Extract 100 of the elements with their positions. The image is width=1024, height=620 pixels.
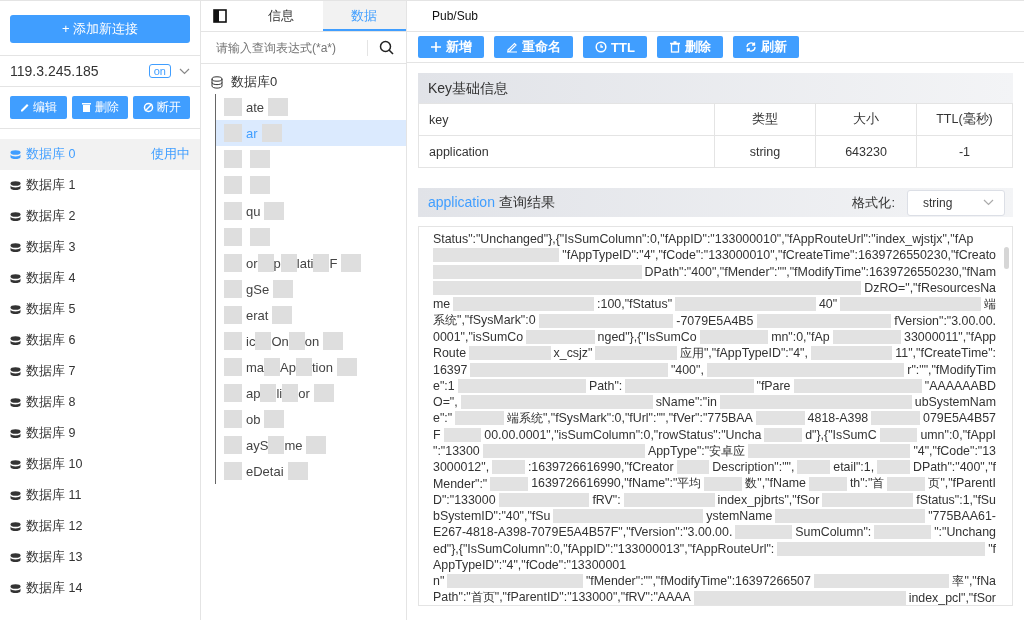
database-item[interactable]: 数据库 12 xyxy=(0,511,200,542)
result-text: DPath":"400","f xyxy=(912,460,996,475)
database-item[interactable]: 数据库 2 xyxy=(0,201,200,232)
redaction-block xyxy=(273,280,294,298)
redaction-block xyxy=(282,384,299,402)
pubsub-tab[interactable]: Pub/Sub xyxy=(432,9,479,23)
result-text: 4818-A398 xyxy=(807,411,869,426)
database-item[interactable]: 数据库 3 xyxy=(0,232,200,263)
result-text: ed"},{"IsSumColumn":0,"fAppID":"133000013","fAppRouteUrl": xyxy=(433,541,775,556)
redaction-block xyxy=(250,176,270,194)
redaction-block xyxy=(280,254,297,272)
result-text: SumColumn": xyxy=(795,525,872,540)
database-name: 数据库 14 xyxy=(26,580,84,597)
status-badge: on xyxy=(148,64,171,78)
result-text: 079E5A4B57 xyxy=(923,411,996,426)
database-item[interactable]: 数据库 14 xyxy=(0,573,200,604)
tree-item-text: or xyxy=(298,385,310,401)
result-text-area[interactable] xyxy=(418,226,1013,606)
result-text: 应用","fAppTypeID":"4", xyxy=(679,344,808,362)
tree-item-text: ic xyxy=(246,333,256,349)
tree-item[interactable]: erat xyxy=(215,302,406,328)
database-icon xyxy=(10,397,21,408)
pencil-icon xyxy=(506,41,518,53)
redaction-block xyxy=(261,124,282,142)
database-name: 数据库 12 xyxy=(26,518,84,535)
tree-item[interactable]: ma Ap tion xyxy=(215,354,406,380)
tree-item-text: Ap xyxy=(280,359,296,375)
result-text: ystemName xyxy=(706,509,773,524)
scrollbar-thumb[interactable] xyxy=(1004,247,1009,269)
database-item[interactable]: 数据库 7 xyxy=(0,356,200,387)
database-icon xyxy=(10,211,21,222)
database-icon xyxy=(10,335,21,346)
result-text: 数","fName xyxy=(745,475,806,493)
tree-item-text: p xyxy=(273,255,281,271)
format-select[interactable]: string xyxy=(907,189,1005,216)
tree-item[interactable]: gSe xyxy=(215,276,406,302)
column-header: TTL(毫秒) xyxy=(916,103,1013,136)
result-text: mn":0,"fAp xyxy=(771,329,830,344)
disconnect-icon xyxy=(142,102,154,113)
panel-toggle-icon[interactable] xyxy=(213,9,227,23)
tree-item-text: ma xyxy=(246,359,265,375)
database-name: 数据库 9 xyxy=(26,425,77,442)
result-text: index_pjbrts","fSor xyxy=(717,492,820,507)
database-name: 数据库 6 xyxy=(26,332,77,349)
redaction-block xyxy=(224,358,242,376)
plus-icon xyxy=(430,41,442,53)
database-name: 数据库 1 xyxy=(26,177,77,194)
database-item[interactable]: 数据库 4 xyxy=(0,263,200,294)
tree-item[interactable]: qu xyxy=(215,198,406,224)
result-text: 页","fParentI xyxy=(928,475,996,493)
redaction-block xyxy=(341,254,362,272)
tree-item-text: lati xyxy=(296,255,314,271)
tree-item[interactable]: or p lati F xyxy=(215,250,406,276)
database-item[interactable]: 数据库 10 xyxy=(0,449,200,480)
database-name: 数据库 0 xyxy=(26,146,77,163)
chevron-down-icon[interactable] xyxy=(179,67,190,75)
result-text: ":"13300 xyxy=(433,444,480,458)
tree-root-label: 数据库0 xyxy=(231,73,278,91)
format-label: 格式化: xyxy=(852,193,895,212)
result-text: r":"","fModifyTim xyxy=(907,362,996,377)
tree-item[interactable]: eDetai xyxy=(215,458,406,484)
tab[interactable]: 信息 xyxy=(239,1,323,31)
redaction-block xyxy=(288,332,305,350)
result-text: th":"首 xyxy=(849,475,885,493)
result-text: fStatus":1,"fSu xyxy=(916,492,996,507)
result-text: -7079E5A4B5 xyxy=(676,313,754,328)
redaction-block xyxy=(224,332,242,350)
database-item[interactable]: 数据库 13 xyxy=(0,542,200,573)
result-text: 00.00.0001","isSumColumn":0,"rowStatus":"Uncha xyxy=(484,427,762,442)
tree-item-text: ap xyxy=(246,385,261,401)
tree-item-text: ob xyxy=(246,411,261,427)
redaction-block xyxy=(224,202,242,220)
pencil-icon xyxy=(19,102,31,113)
database-item[interactable]: 数据库 1 xyxy=(0,170,200,201)
result-text: e":1 xyxy=(433,378,455,393)
table-cell: 643230 xyxy=(815,135,917,168)
database-icon xyxy=(211,75,223,89)
result-text: DPath":"400","fMender":"","fModifyTime":1639726550230,"fNam xyxy=(644,264,996,279)
tree-item[interactable]: ic On on xyxy=(215,328,406,354)
database-name: 数据库 5 xyxy=(26,301,77,318)
redaction-block xyxy=(250,228,270,246)
redaction-block xyxy=(224,124,242,142)
database-name: 数据库 13 xyxy=(26,549,84,566)
database-item[interactable]: 数据库 9 xyxy=(0,418,200,449)
redaction-block xyxy=(224,150,242,168)
tree-item-text: me xyxy=(284,437,303,453)
database-item[interactable]: 数据库 5 xyxy=(0,294,200,325)
database-item[interactable]: 数据库 6 xyxy=(0,325,200,356)
tree-item-text: eDetai xyxy=(246,463,284,479)
redaction-block xyxy=(879,427,918,442)
redaction-block xyxy=(797,460,831,475)
database-item[interactable]: 数据库 8 xyxy=(0,387,200,418)
tree-item[interactable]: ap li or xyxy=(215,380,406,406)
tree-item-text: qu xyxy=(246,203,261,219)
database-item[interactable]: 数据库 11 xyxy=(0,480,200,511)
tree-item[interactable]: ayS me xyxy=(215,432,406,458)
search-icon[interactable] xyxy=(379,40,394,55)
tree-item[interactable]: ob xyxy=(215,406,406,432)
result-title: application 查询结果 xyxy=(428,193,556,212)
redaction-block xyxy=(313,254,330,272)
